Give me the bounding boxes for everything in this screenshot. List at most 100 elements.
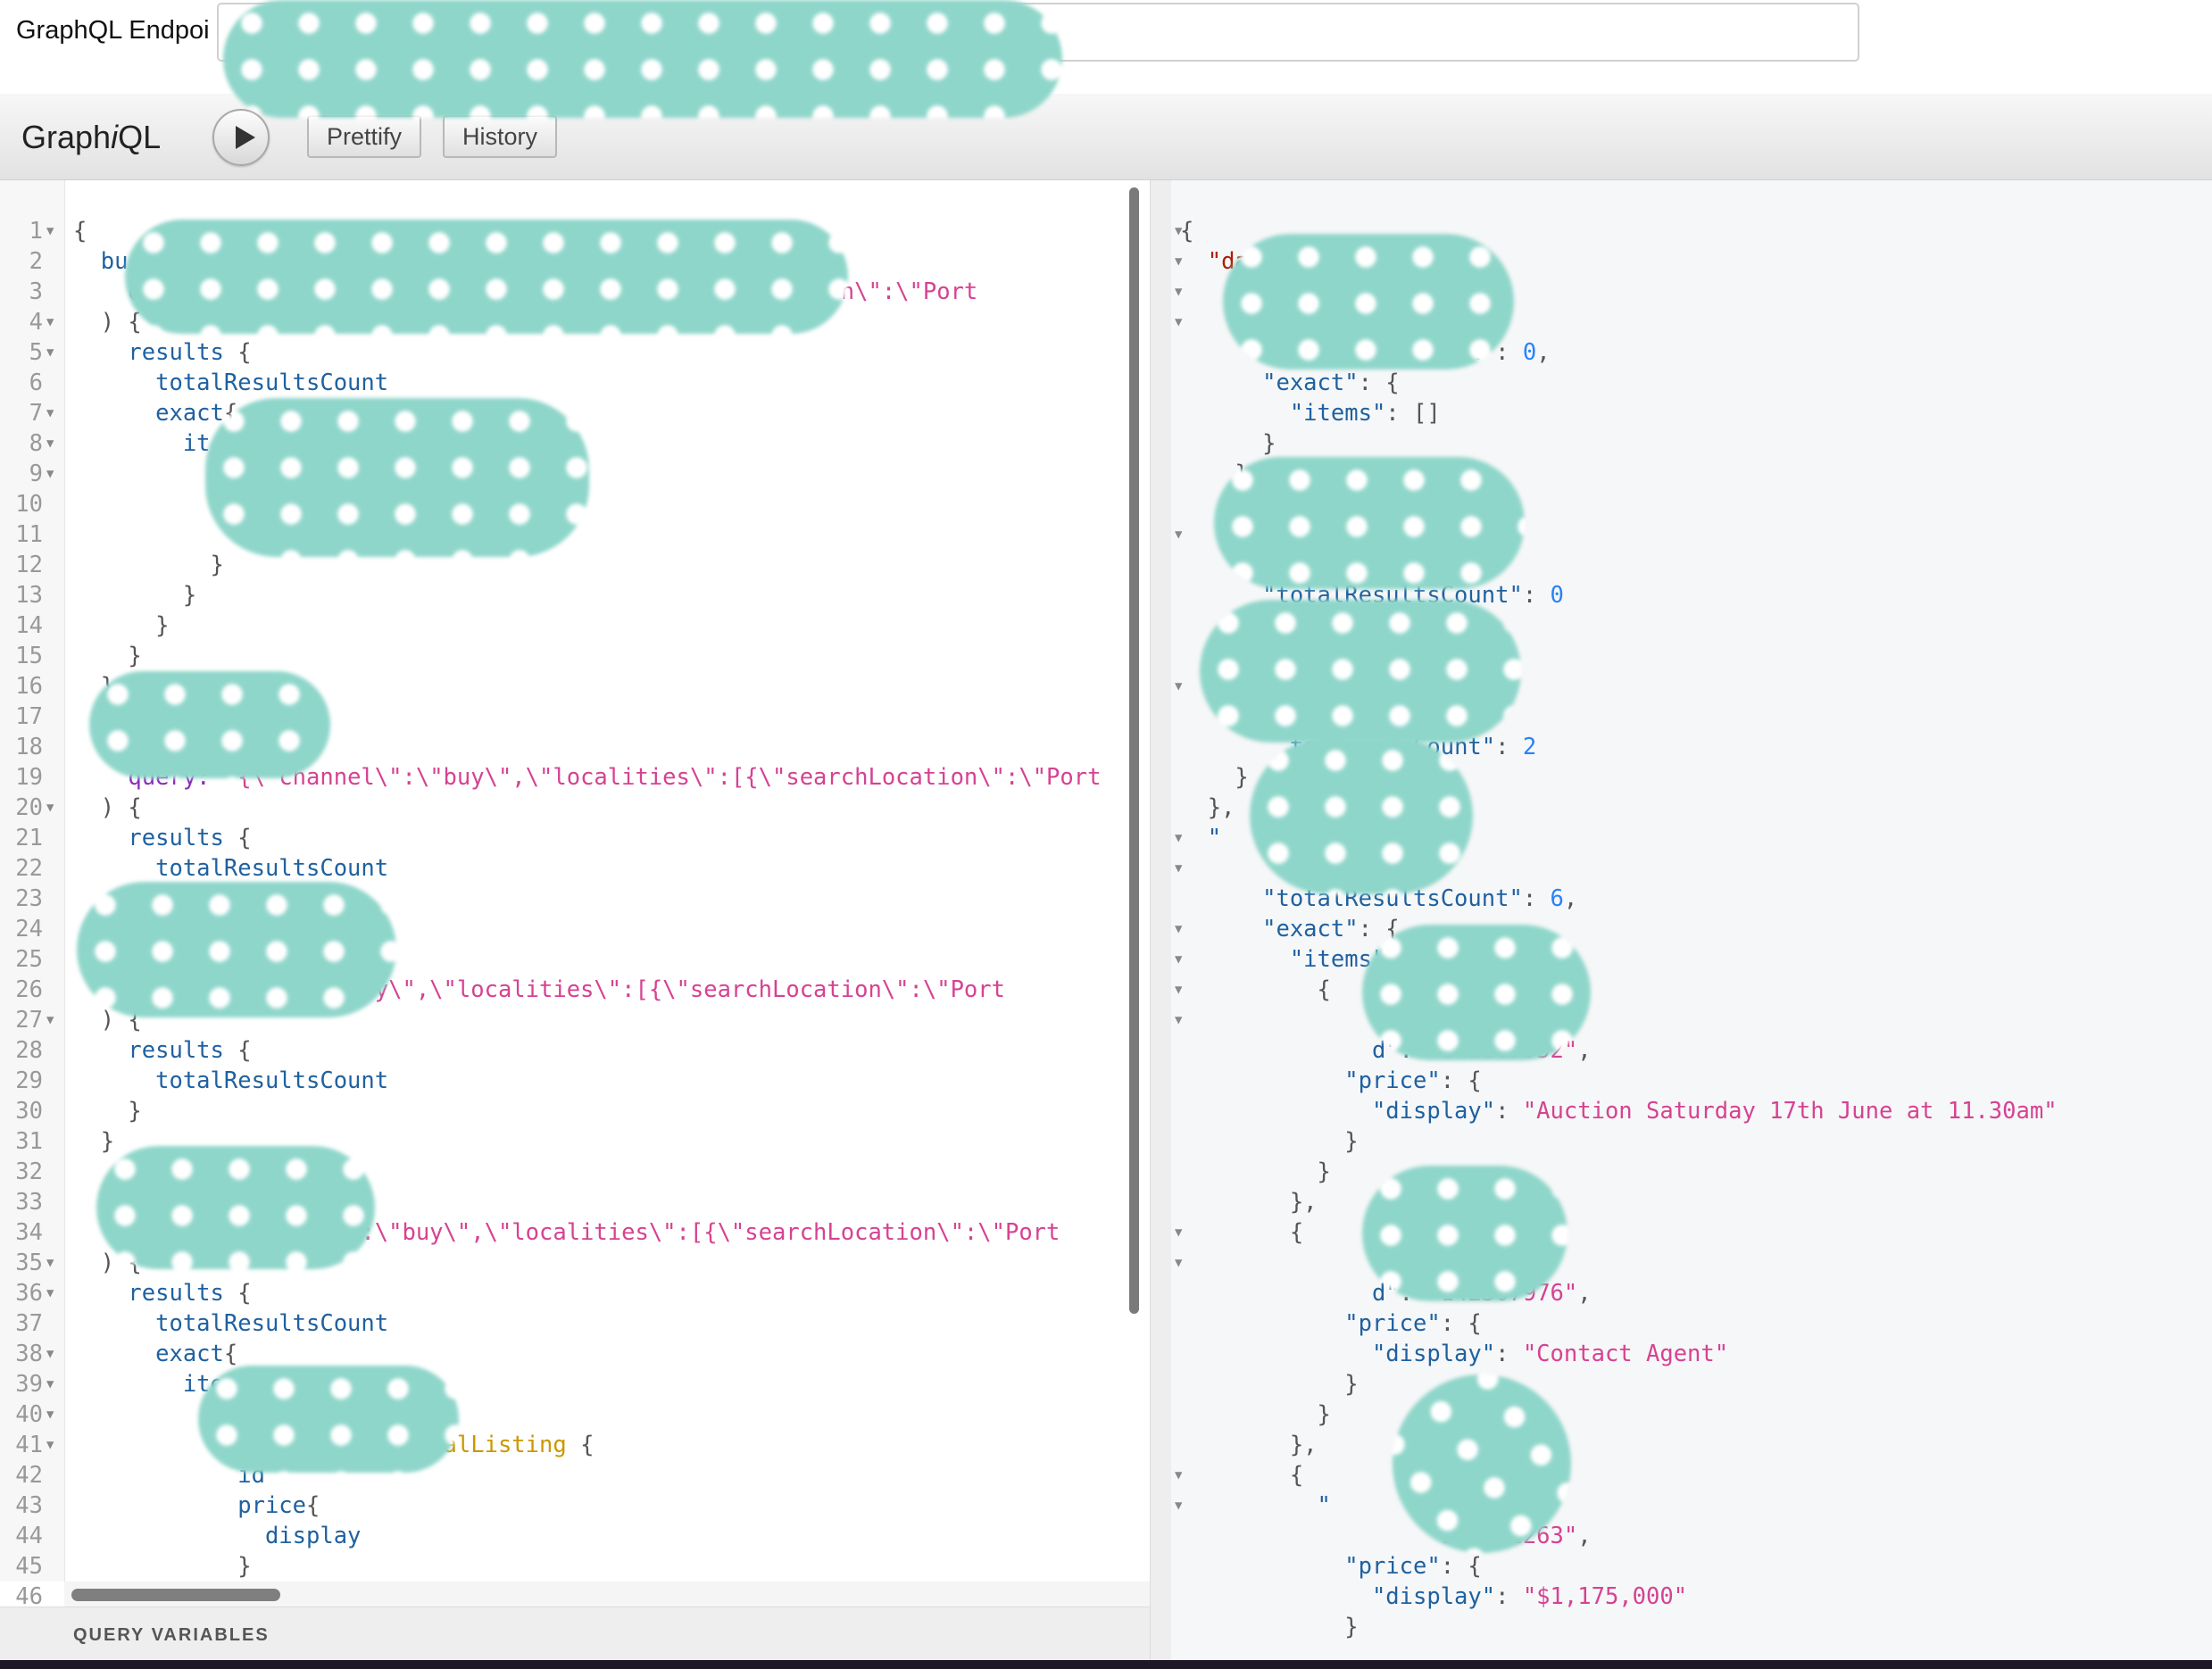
line-number: 44 xyxy=(15,1523,43,1549)
fold-arrow-icon[interactable]: ▼ xyxy=(46,1399,54,1430)
fold-arrow-icon[interactable]: ▼ xyxy=(46,1278,54,1308)
result-text: " xyxy=(1180,823,1221,853)
result-text: { xyxy=(1180,1460,1303,1490)
pane-divider[interactable] xyxy=(1150,180,1173,1660)
result-text: { xyxy=(1180,1217,1303,1248)
endpoint-label: GraphQL Endpoi xyxy=(16,16,210,45)
fold-arrow-icon[interactable]: ▼ xyxy=(1175,1005,1182,1035)
line-number: 20 xyxy=(15,794,43,821)
code-token: } xyxy=(73,1553,252,1580)
result-text: } xyxy=(1180,1369,1358,1399)
query-line: 5 ▼ results { xyxy=(0,337,1125,368)
redaction-mark xyxy=(205,398,589,557)
code-token: : { xyxy=(1358,370,1400,396)
code-token: : xyxy=(1495,1583,1523,1610)
line-number: 21 xyxy=(15,825,43,851)
redaction-mark xyxy=(1214,457,1525,589)
history-button[interactable]: History xyxy=(443,115,558,158)
line-number: 16 xyxy=(15,673,43,700)
code-token: { xyxy=(223,825,252,851)
fold-arrow-icon[interactable]: ▼ xyxy=(46,398,54,428)
fold-arrow-icon[interactable]: ▼ xyxy=(46,1339,54,1369)
bottom-strip xyxy=(0,1660,2212,1669)
query-text: ) { xyxy=(73,307,142,337)
code-token: : xyxy=(1522,885,1551,912)
code-token: { xyxy=(223,339,252,366)
execute-query-button[interactable] xyxy=(212,109,270,166)
line-number: 3 xyxy=(29,278,43,305)
code-token: totalResultsCount xyxy=(155,1310,389,1337)
code-token: } xyxy=(73,1128,115,1155)
fold-arrow-icon[interactable]: ▼ xyxy=(46,337,54,368)
query-horizontal-scrollbar[interactable] xyxy=(71,1589,280,1601)
result-text: } xyxy=(1180,1157,1331,1187)
prettify-button[interactable]: Prettify xyxy=(307,115,422,158)
code-token: } xyxy=(1180,764,1249,791)
line-number: 26 xyxy=(15,976,43,1003)
code-token: "exact" xyxy=(1262,916,1359,942)
redaction-mark xyxy=(1200,600,1521,743)
result-line: ▼ "exact": { xyxy=(1171,914,2212,944)
line-number: 12 xyxy=(15,552,43,578)
line-number: 19 xyxy=(15,764,43,791)
query-line: 43 price{ xyxy=(0,1490,1125,1521)
result-line: ▼ { xyxy=(1171,975,2212,1005)
fold-arrow-icon[interactable]: ▼ xyxy=(46,428,54,459)
result-text: "exact": { xyxy=(1180,368,1400,398)
query-line: 6 totalResultsCount xyxy=(0,368,1125,398)
code-token: { xyxy=(223,1037,252,1064)
query-line: 44 display xyxy=(0,1521,1125,1551)
code-token: totalResultsCount xyxy=(155,855,389,882)
line-number: 36 xyxy=(15,1280,43,1307)
query-line: 28 results { xyxy=(0,1035,1125,1066)
fold-arrow-icon[interactable]: ▼ xyxy=(46,1005,54,1035)
title-italic: i xyxy=(111,119,119,155)
code-token: } xyxy=(73,582,197,609)
query-variables-header[interactable]: QUERY VARIABLES xyxy=(0,1607,1150,1661)
line-number: 2 xyxy=(29,248,43,275)
fold-arrow-icon[interactable]: ▼ xyxy=(46,216,54,246)
line-number: 1 xyxy=(29,218,43,245)
fold-arrow-icon[interactable]: ▼ xyxy=(46,307,54,337)
query-text: results { xyxy=(73,337,252,368)
fold-arrow-icon[interactable]: ▼ xyxy=(46,1369,54,1399)
code-token: : { xyxy=(1440,1310,1482,1337)
query-text: } xyxy=(73,1551,252,1582)
query-text: results { xyxy=(73,823,252,853)
fold-arrow-icon[interactable]: ▼ xyxy=(46,1430,54,1460)
result-text: "price": { xyxy=(1180,1308,1482,1339)
redaction-mark xyxy=(89,671,330,778)
fold-arrow-icon[interactable]: ▼ xyxy=(1175,1248,1182,1278)
result-text: "exact": { xyxy=(1180,914,1400,944)
query-text: } xyxy=(73,550,224,580)
fold-arrow-icon[interactable]: ▼ xyxy=(46,1248,54,1278)
code-token: : xyxy=(1495,1098,1523,1125)
result-line: d": "142307976", xyxy=(1171,1278,2212,1308)
fold-arrow-icon[interactable]: ▼ xyxy=(46,793,54,823)
code-token: 0 xyxy=(1550,582,1564,609)
query-line: 30 } xyxy=(0,1096,1125,1126)
code-token: { xyxy=(1180,976,1331,1003)
result-line: ▼ " : { xyxy=(1171,1490,2212,1521)
line-number: 14 xyxy=(15,612,43,639)
code-token: results xyxy=(128,1280,224,1307)
result-code: ▼{▼ "data": {▼ "b n": {▼ alResultsCount"… xyxy=(1171,216,2212,1642)
code-token: : { xyxy=(1440,1067,1482,1094)
result-line: d": "142205952", xyxy=(1171,1035,2212,1066)
fold-arrow-icon[interactable]: ▼ xyxy=(46,459,54,489)
query-vertical-scrollbar[interactable] xyxy=(1129,187,1139,1314)
fold-arrow-icon[interactable]: ▼ xyxy=(1175,307,1182,337)
